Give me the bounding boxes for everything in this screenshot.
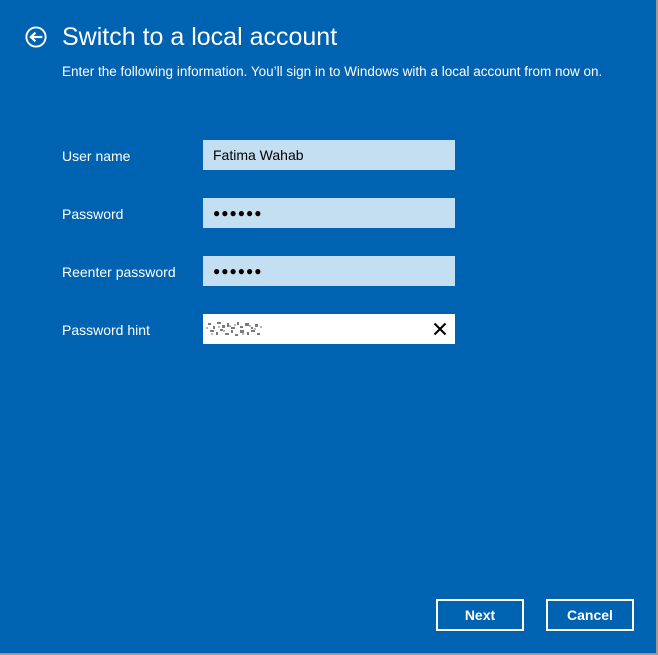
- page-title: Switch to a local account: [62, 23, 338, 51]
- back-arrow-circle-icon: [25, 26, 47, 48]
- password-hint-input[interactable]: [203, 314, 455, 344]
- username-input[interactable]: [203, 140, 455, 170]
- reenter-password-input[interactable]: [203, 256, 455, 286]
- clear-hint-button[interactable]: [427, 317, 453, 341]
- cancel-button[interactable]: Cancel: [546, 599, 634, 631]
- password-input[interactable]: [203, 198, 455, 228]
- back-button[interactable]: [25, 26, 47, 48]
- page-description: Enter the following information. You’ll …: [62, 64, 603, 79]
- reenter-password-label: Reenter password: [62, 264, 176, 280]
- password-label: Password: [62, 206, 124, 222]
- password-hint-label: Password hint: [62, 322, 150, 338]
- username-label: User name: [62, 148, 131, 164]
- switch-local-account-dialog: Switch to a local account Enter the foll…: [0, 0, 658, 655]
- close-icon: [433, 322, 447, 336]
- next-button[interactable]: Next: [436, 599, 524, 631]
